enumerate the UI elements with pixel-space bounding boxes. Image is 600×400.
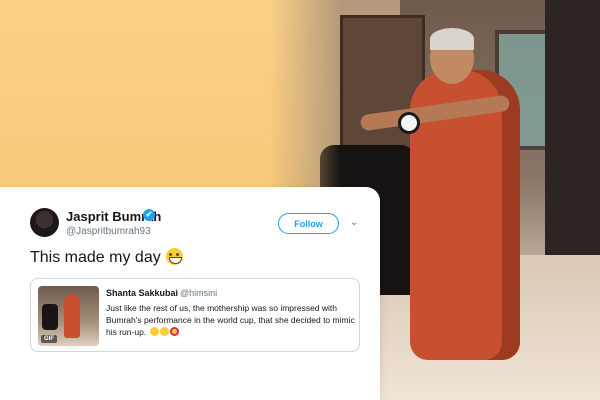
quoted-author-handle: @himsini <box>180 288 218 298</box>
tears-of-joy-emoji-icon <box>149 327 159 336</box>
quoted-text-body: Just like the rest of us, the mothership… <box>106 303 355 337</box>
hair <box>430 28 474 50</box>
chevron-down-icon[interactable]: ⌄ <box>350 217 358 228</box>
tweet-text: This made my day <box>30 248 183 267</box>
quoted-author: Shanta Sakkubai @himsini <box>106 288 217 298</box>
heart-eyes-emoji-icon <box>169 327 179 336</box>
quoted-text: Just like the rest of us, the mothership… <box>106 302 356 338</box>
thumbnail-figure <box>64 294 80 338</box>
tweet-card: Jasprit Bumrah ✔ @Jaspritbumrah93 Follow… <box>0 187 380 400</box>
quoted-tweet[interactable]: GIF Shanta Sakkubai @himsini Just like th… <box>30 278 360 352</box>
quoted-emojis <box>149 327 179 337</box>
thumbnail-chair <box>42 304 58 330</box>
avatar[interactable] <box>30 208 59 237</box>
verified-icon: ✔ <box>143 209 155 221</box>
ball <box>398 112 420 134</box>
tweet-text-body: This made my day <box>30 249 161 266</box>
quoted-gif-thumbnail[interactable]: GIF <box>38 286 99 346</box>
author-handle[interactable]: @Jaspritbumrah93 <box>66 226 151 237</box>
tears-of-joy-emoji-icon <box>159 327 169 336</box>
follow-button[interactable]: Follow <box>278 213 339 234</box>
grinning-face-emoji-icon <box>165 248 183 265</box>
curtain <box>545 0 600 290</box>
quoted-author-name: Shanta Sakkubai <box>106 288 179 298</box>
gif-badge: GIF <box>41 335 57 343</box>
